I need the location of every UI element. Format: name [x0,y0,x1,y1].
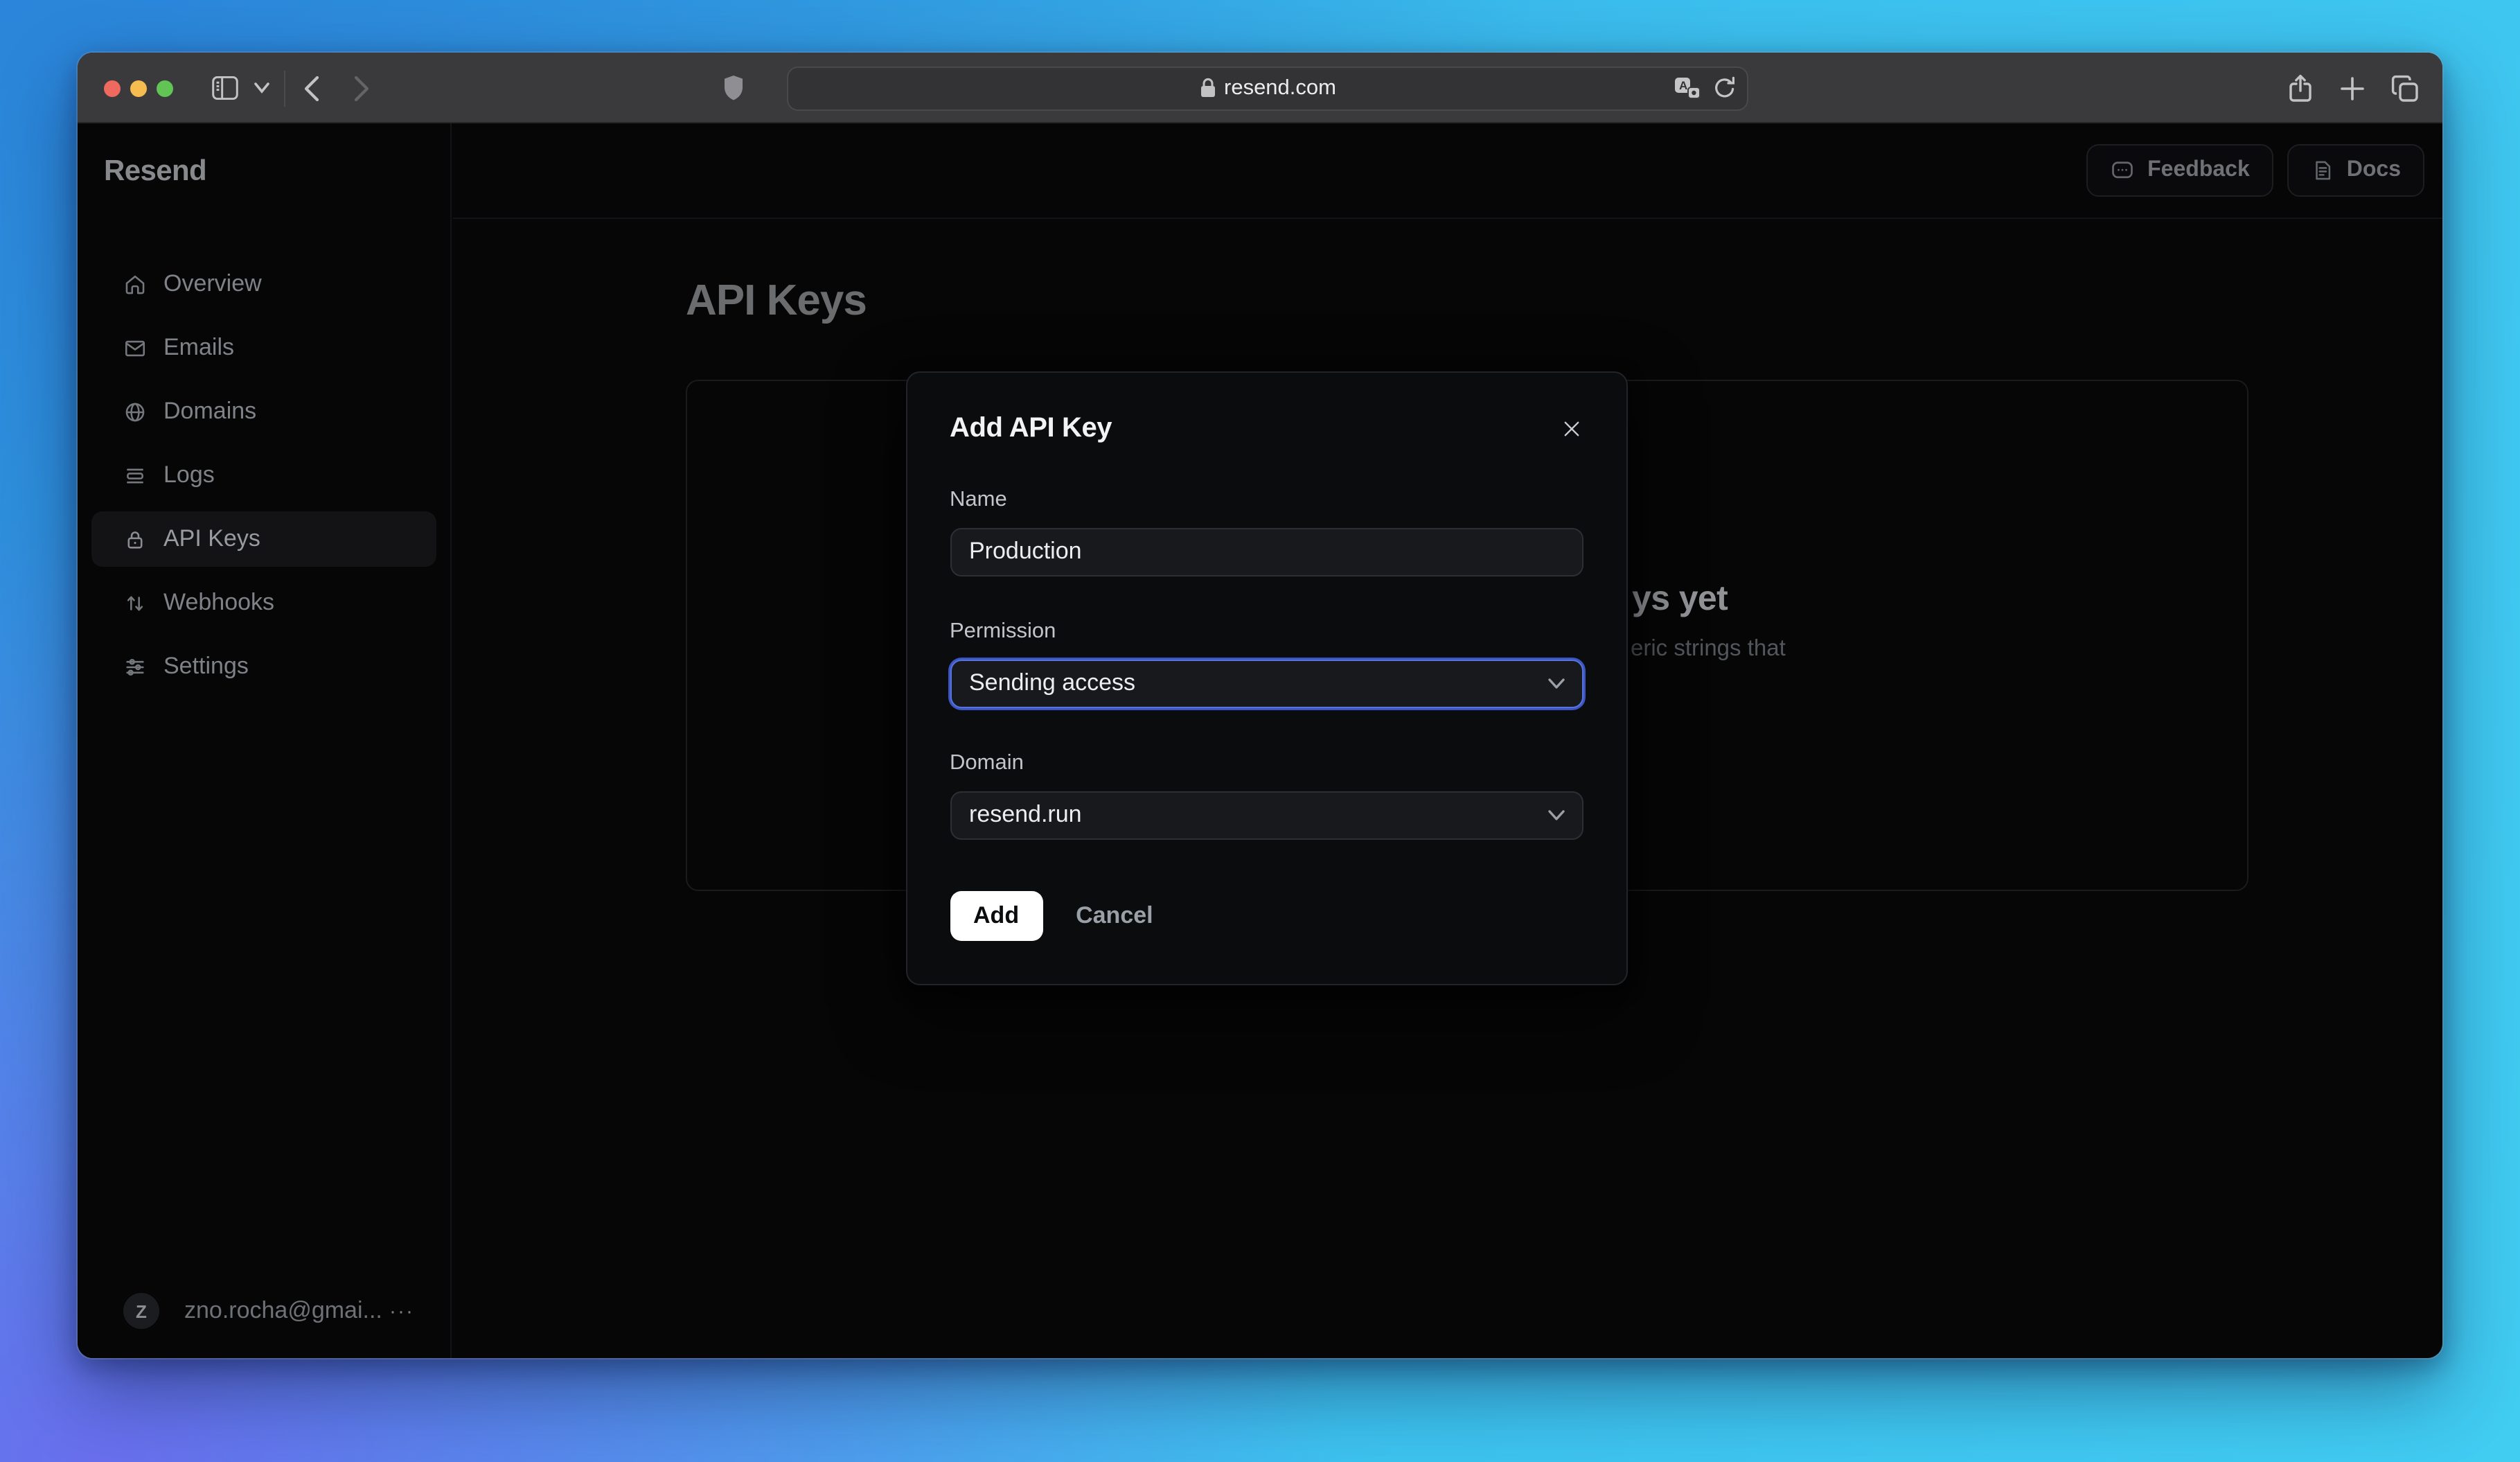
home-icon [123,272,147,296]
name-field-label: Name [950,487,1007,511]
translate-icon[interactable]: A [1674,76,1701,100]
sidebar-item-label: API Keys [163,525,260,552]
address-bar-url: resend.com [1224,76,1336,99]
sidebar-item-label: Overview [163,270,262,297]
sidebar-item-label: Domains [163,398,257,424]
new-tab-plus-icon[interactable] [2340,76,2365,100]
permission-select-value: Sending access [969,669,1136,696]
sidebar-item-label: Emails [163,334,235,360]
sliders-icon [123,655,147,678]
sidebar-item-emails[interactable]: Emails [91,320,436,376]
domain-select-value: resend.run [969,801,1082,827]
forward-icon[interactable] [353,74,371,102]
desktop-background: resend.com A Resend Overview Emails Doma… [0,0,2520,1462]
chevron-down-icon[interactable] [254,82,270,94]
docs-button[interactable]: Docs [2287,143,2424,197]
sidebar-item-label: Logs [163,461,215,488]
resend-app: Resend Overview Emails Domains Logs API … [78,123,2442,1358]
globe-icon [123,400,147,423]
sidebar-toggle-icon[interactable] [211,75,240,101]
chevron-down-icon [1547,677,1565,689]
user-email: zno.rocha@gmai... [184,1297,382,1323]
toolbar-divider [284,70,285,106]
sidebar-item-api-keys[interactable]: API Keys [91,511,436,567]
zoom-window-button[interactable] [157,80,173,96]
sidebar-item-logs[interactable]: Logs [91,448,436,503]
permission-field-label: Permission [950,619,1056,642]
reload-icon[interactable] [1714,76,1736,100]
sidebar: Resend Overview Emails Domains Logs API … [78,123,452,1358]
content-header: Feedback Docs [453,123,2442,218]
window-controls [104,80,173,96]
logs-icon [123,464,147,487]
name-input[interactable] [950,527,1583,576]
browser-toolbar: resend.com A [78,53,2442,123]
tab-overview-icon[interactable] [2391,74,2419,102]
sidebar-item-overview[interactable]: Overview [91,256,436,312]
permission-select[interactable]: Sending access [950,659,1583,707]
privacy-shield-icon[interactable] [723,75,744,101]
user-options-icon[interactable]: ··· [389,1299,414,1323]
cancel-button[interactable]: Cancel [1076,901,1153,929]
back-icon[interactable] [302,74,320,102]
resend-logo: Resend [104,155,207,187]
empty-state-description-fragment: eric strings that [1631,635,1786,660]
sidebar-item-webhooks[interactable]: Webhooks [91,575,436,631]
minimize-window-button[interactable] [130,80,147,96]
feedback-bubble-icon [2110,158,2135,183]
share-icon[interactable] [2287,73,2314,103]
arrows-up-down-icon [123,591,147,615]
add-api-key-modal: Add API Key Name Permission Sending acce… [905,371,1628,985]
avatar: Z [123,1293,159,1329]
mail-icon [123,336,147,360]
lock-icon [123,527,147,551]
modal-title: Add API Key [950,412,1112,443]
sidebar-nav: Overview Emails Domains Logs API Keys We… [78,256,450,694]
sidebar-item-label: Webhooks [163,589,275,615]
page-title: API Keys [686,275,867,324]
close-icon[interactable] [1560,416,1583,440]
chevron-down-icon [1547,809,1565,821]
add-button[interactable]: Add [950,890,1043,940]
svg-text:A: A [1679,78,1687,91]
user-menu-row[interactable]: Z zno.rocha@gmai... ··· [78,1293,450,1329]
docs-button-label: Docs [2346,157,2401,182]
domain-select[interactable]: resend.run [950,791,1583,839]
close-window-button[interactable] [104,80,121,96]
domain-field-label: Domain [950,750,1024,774]
sidebar-item-settings[interactable]: Settings [91,639,436,694]
document-icon [2311,158,2334,183]
feedback-button[interactable]: Feedback [2086,143,2273,197]
sidebar-item-domains[interactable]: Domains [91,384,436,439]
sidebar-item-label: Settings [163,653,249,679]
address-bar[interactable]: resend.com A [787,66,1748,110]
empty-state-title-fragment: ys yet [1632,579,1728,617]
feedback-button-label: Feedback [2147,157,2250,182]
browser-window: resend.com A Resend Overview Emails Doma… [78,53,2442,1358]
lock-icon [1199,78,1216,98]
